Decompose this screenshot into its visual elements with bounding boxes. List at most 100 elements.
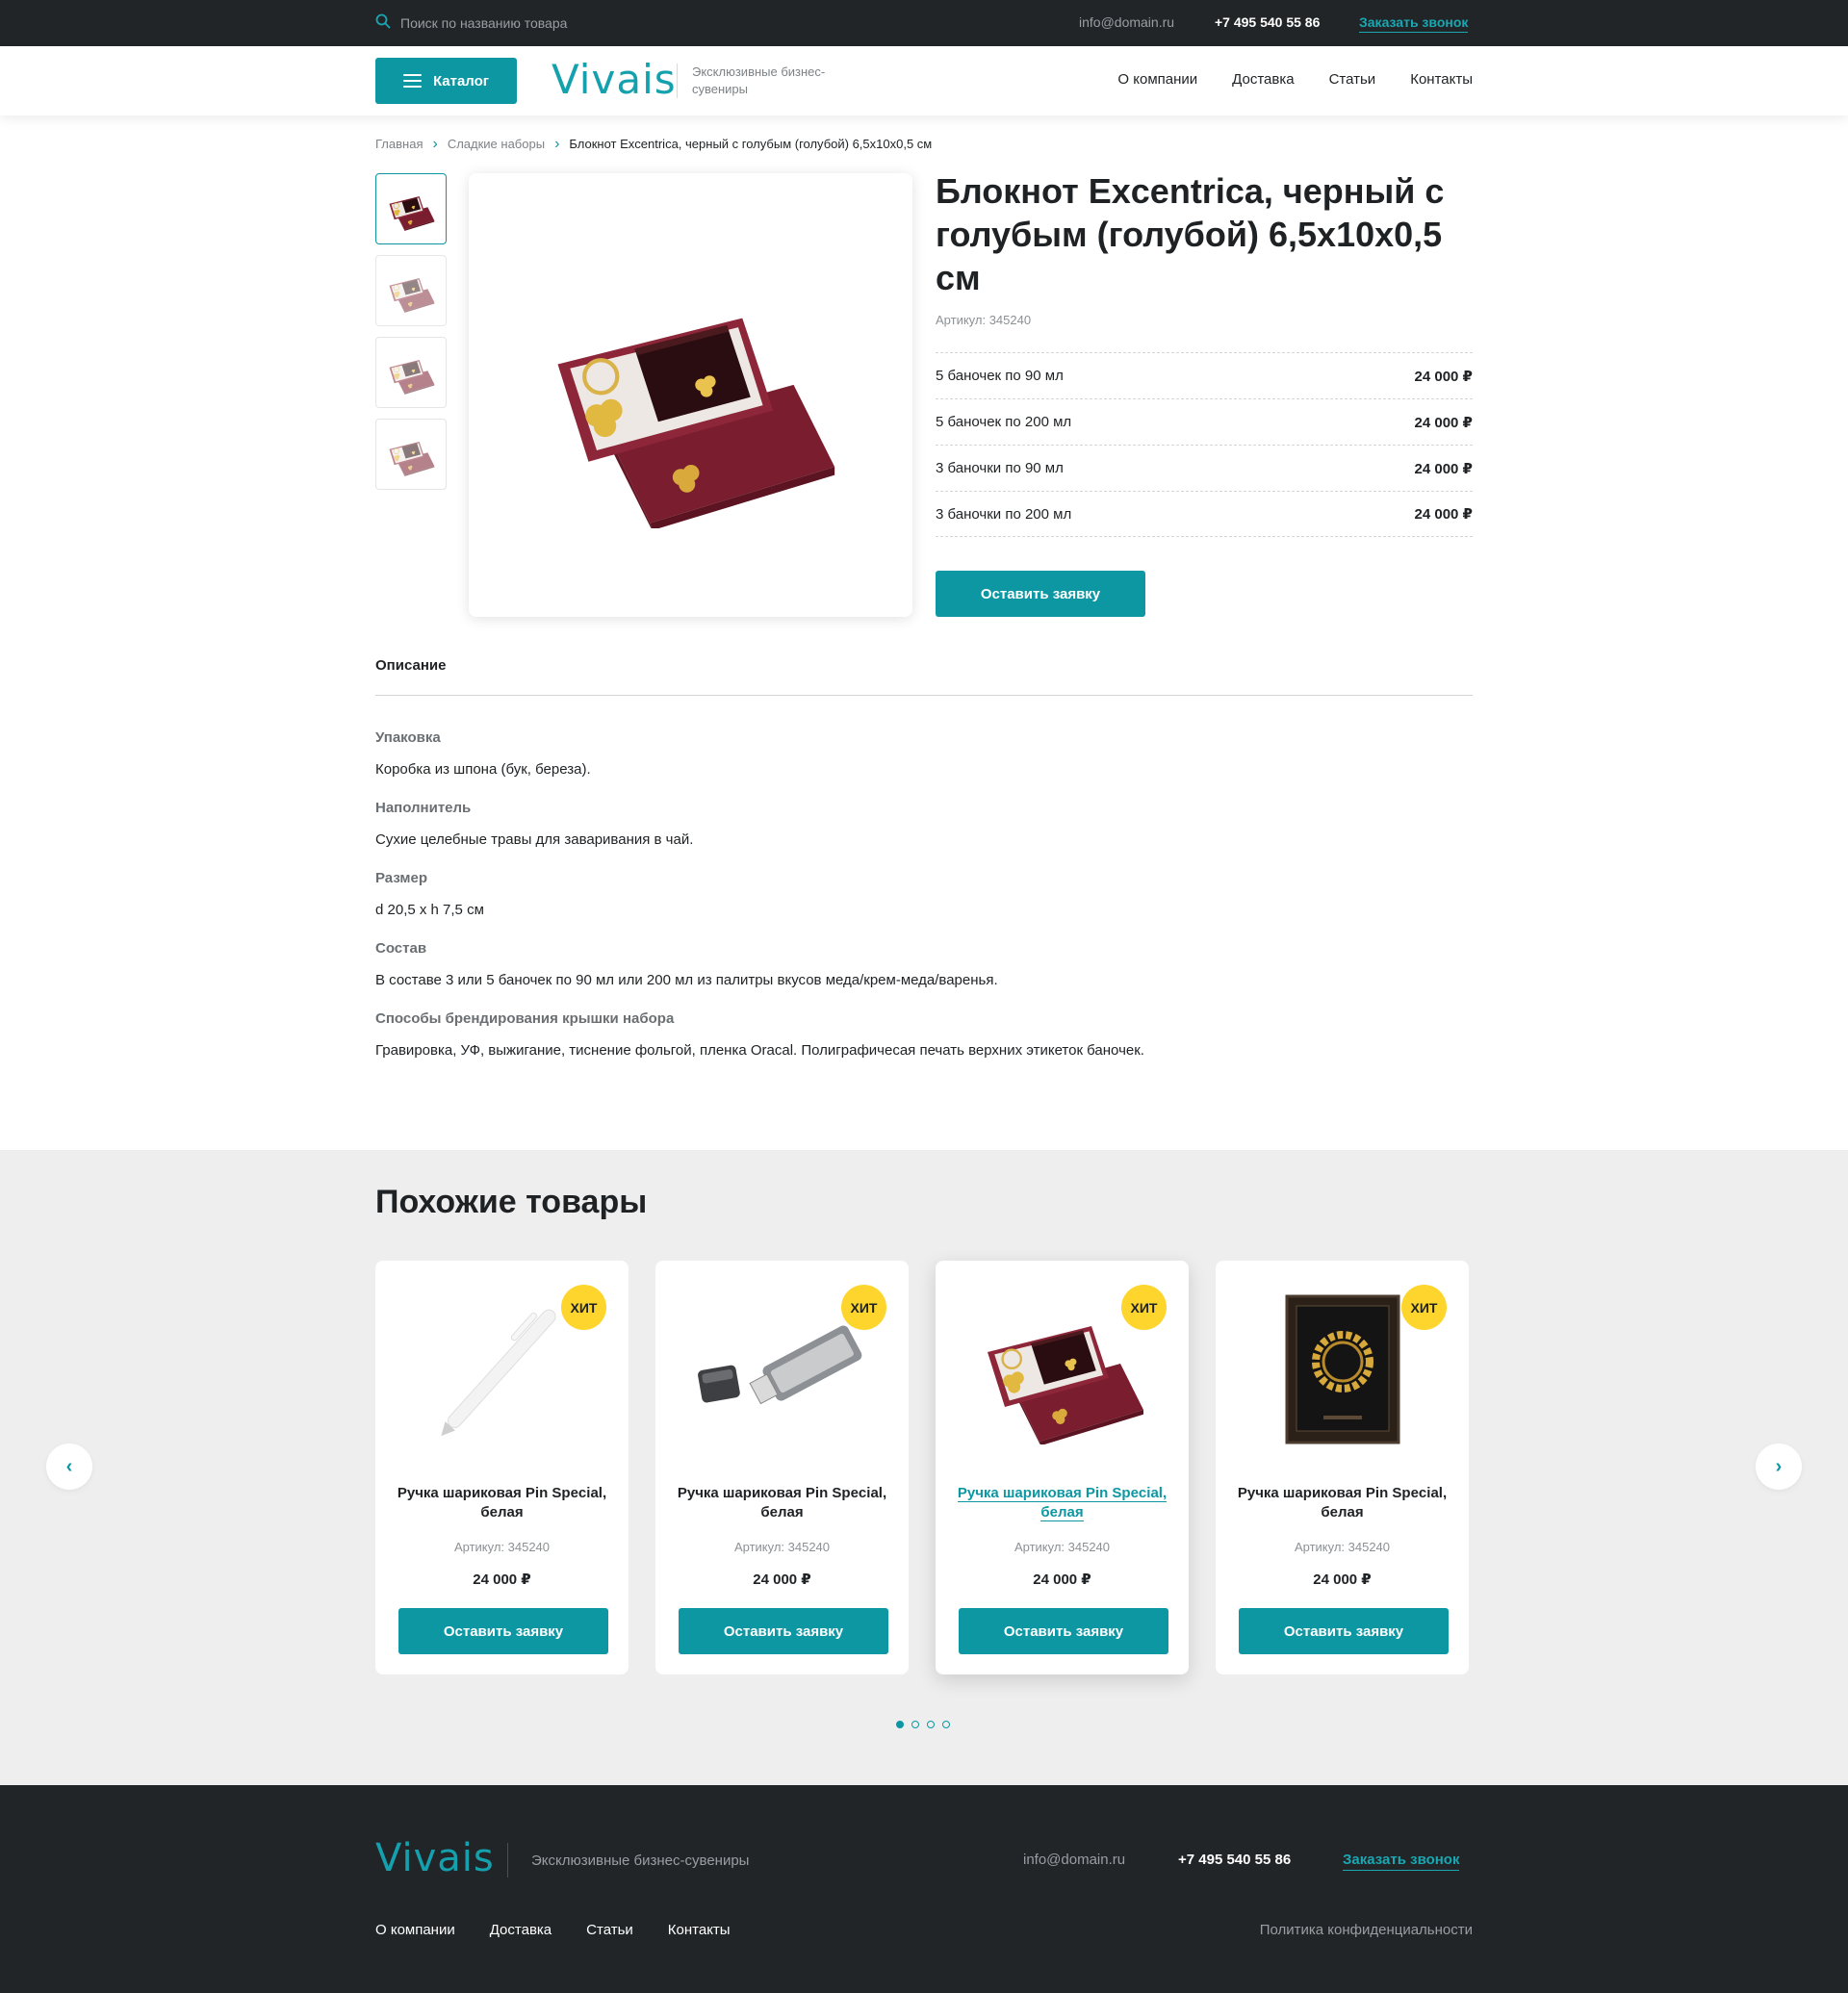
description-heading: Упаковка [375,729,441,746]
thumb-image [386,432,436,476]
description-heading: Состав [375,940,427,957]
description-text: Гравировка, УФ, выжигание, тиснение фоль… [375,1042,1144,1059]
search-icon[interactable] [375,13,391,34]
description-item: Наполнитель Сухие целебные травы для зав… [375,800,1473,848]
product-card[interactable]: ХИТ Ручка шариковая Pin Special, белая А… [655,1261,909,1674]
pagination-dot[interactable] [942,1721,950,1728]
description-item: Состав В составе 3 или 5 баночек по 90 м… [375,940,1473,988]
footer-nav-articles[interactable]: Статьи [586,1922,633,1938]
nav-about[interactable]: О компании [1117,71,1197,88]
gallery-thumb[interactable] [375,337,447,408]
card-request-button[interactable]: Оставить заявку [1239,1608,1449,1654]
search-input[interactable] [400,15,766,31]
card-request-button[interactable]: Оставить заявку [679,1608,888,1654]
product-card-name[interactable]: Ручка шариковая Pin Special, белая [1235,1484,1450,1522]
product-title: Блокнот Excentrica, черный с голубым (го… [936,171,1445,297]
catalog-button[interactable]: Каталог [375,58,517,104]
pagination-dot[interactable] [896,1721,904,1728]
request-button[interactable]: Оставить заявку [936,571,1145,617]
product-card[interactable]: ХИТ Ручка шариковая Pin Special, белая А… [936,1261,1189,1674]
carousel-next-button[interactable]: › [1756,1444,1802,1490]
footer-logo[interactable]: Vivais [375,1836,495,1880]
footer-callback-link[interactable]: Заказать звонок [1343,1852,1460,1871]
menu-icon [402,74,422,88]
thumb-image [386,268,436,313]
description-heading: Наполнитель [375,800,472,816]
price-value: 24 000 ₽ [1414,506,1473,523]
nav-delivery[interactable]: Доставка [1232,71,1294,88]
footer-tagline: Эксклюзивные бизнес-сувениры [531,1852,750,1869]
hit-badge: ХИТ [561,1285,606,1330]
price-table: 5 баночек по 90 мл 24 000 ₽ 5 баночек по… [936,352,1473,537]
price-row: 5 баночек по 200 мл 24 000 ₽ [936,398,1473,445]
thumb-image [386,350,436,395]
product-article: Артикул: 345240 [936,313,1032,327]
footer-phone[interactable]: +7 495 540 55 86 [1178,1852,1291,1868]
privacy-policy-link[interactable]: Политика конфиденциальности [1260,1922,1473,1938]
section-title: Похожие товары [375,1184,648,1220]
product-main-image[interactable] [469,173,912,617]
footer-nav-about[interactable]: О компании [375,1922,455,1938]
gallery-thumb[interactable] [375,173,447,244]
carousel-prev-button[interactable]: ‹ [46,1444,92,1490]
breadcrumb: Главная › Сладкие наборы › Блокнот Excen… [375,135,932,152]
gallery-thumb[interactable] [375,419,447,490]
product-card[interactable]: ХИТ Ручка шариковая Pin Special, белая А… [1216,1261,1469,1674]
gallery-thumb[interactable] [375,255,447,326]
card-request-button[interactable]: Оставить заявку [398,1608,608,1654]
pagination-dot[interactable] [927,1721,935,1728]
chevron-left-icon: ‹ [65,1455,73,1477]
logo[interactable]: Vivais [552,56,677,103]
price-value: 24 000 ₽ [1414,460,1473,477]
product-card-name[interactable]: Ручка шариковая Pin Special, белая [675,1484,889,1522]
catalog-label: Каталог [432,72,490,89]
header: Каталог Vivais Эксклюзивные бизнес-сувен… [0,46,1848,115]
description-text: d 20,5 x h 7,5 см [375,902,484,918]
footer-email[interactable]: info@domain.ru [1023,1852,1125,1868]
product-card-name[interactable]: Ручка шариковая Pin Special, белая [955,1484,1169,1522]
similar-products: Похожие товары ‹ › ХИТ Ручка шариковая P… [0,1150,1848,1785]
price-row: 5 баночек по 90 мл 24 000 ₽ [936,352,1473,398]
product-card-price: 24 000 ₽ [1313,1571,1372,1588]
price-row: 3 баночки по 90 мл 24 000 ₽ [936,445,1473,491]
product-card[interactable]: ХИТ Ручка шариковая Pin Special, белая А… [375,1261,629,1674]
footer: Vivais Эксклюзивные бизнес-сувениры info… [0,1785,1848,1993]
description-item: Размер d 20,5 x h 7,5 см [375,870,1473,918]
chevron-right-icon: › [554,135,560,152]
description-heading: Способы брендирования крышки набора [375,1010,675,1027]
thumb-image [386,187,436,231]
price-option-label: 3 баночки по 90 мл [936,460,1064,476]
footer-nav-contacts[interactable]: Контакты [668,1922,731,1938]
product-card-name[interactable]: Ручка шариковая Pin Special, белая [395,1484,609,1522]
breadcrumb-home[interactable]: Главная [375,137,423,151]
hit-badge: ХИТ [841,1285,886,1330]
gift-box-image [537,262,845,528]
pagination-dot[interactable] [911,1721,919,1728]
product-card-article: Артикул: 345240 [733,1540,831,1554]
topbar-email[interactable]: info@domain.ru [1079,14,1174,30]
breadcrumb-category[interactable]: Сладкие наборы [448,137,545,151]
price-option-label: 5 баночек по 90 мл [936,368,1064,384]
footer-nav-delivery[interactable]: Доставка [490,1922,552,1938]
callback-link[interactable]: Заказать звонок [1359,14,1469,33]
topbar-phone[interactable]: +7 495 540 55 86 [1215,14,1320,30]
card-request-button[interactable]: Оставить заявку [959,1608,1168,1654]
hit-badge: ХИТ [1121,1285,1167,1330]
tagline: Эксклюзивные бизнес-сувениры [692,64,826,96]
description-item: Упаковка Коробка из шпона (бук, береза). [375,729,1473,778]
top-bar: info@domain.ru +7 495 540 55 86 Заказать… [0,0,1848,46]
description-text: В составе 3 или 5 баночек по 90 мл или 2… [375,972,998,988]
product-card-article: Артикул: 345240 [453,1540,551,1554]
description-item: Способы брендирования крышки набора Грав… [375,1010,1473,1059]
carousel-pagination [896,1721,950,1728]
price-option-label: 5 баночек по 200 мл [936,414,1072,430]
nav-contacts[interactable]: Контакты [1410,71,1473,88]
tab-description[interactable]: Описание [375,657,446,674]
price-value: 24 000 ₽ [1414,414,1473,431]
search-bar[interactable] [375,12,780,35]
product-card-price: 24 000 ₽ [473,1571,531,1588]
logo-divider [507,1843,508,1878]
price-option-label: 3 баночки по 200 мл [936,505,1072,523]
nav-articles[interactable]: Статьи [1329,71,1376,88]
price-value: 24 000 ₽ [1414,368,1473,385]
